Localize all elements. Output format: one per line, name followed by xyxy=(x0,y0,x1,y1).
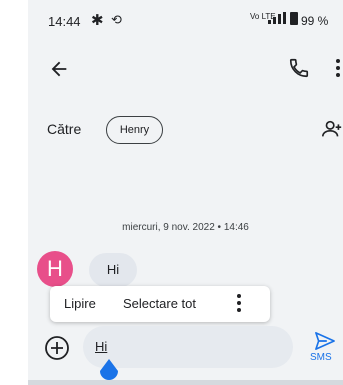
navigation-bar xyxy=(28,380,343,385)
avatar[interactable]: H xyxy=(37,251,73,287)
status-bar: 14:44 ✱ ⟲ Vo LTE 99 % xyxy=(28,0,343,38)
screen-rotate-icon: ⟲ xyxy=(111,12,122,27)
message-text: Hi xyxy=(106,262,120,277)
gear-icon: ✱ xyxy=(91,12,104,29)
status-time: 14:44 xyxy=(48,14,81,29)
more-vert-icon[interactable] xyxy=(333,56,343,80)
send-icon xyxy=(315,332,335,350)
add-circle-icon[interactable] xyxy=(44,335,70,361)
send-button[interactable]: SMS xyxy=(310,331,343,367)
back-arrow-icon[interactable] xyxy=(48,58,70,80)
message-bubble[interactable]: Hi xyxy=(89,253,137,287)
send-label: SMS xyxy=(310,352,332,363)
message-input-text[interactable]: Hi xyxy=(95,339,107,354)
paste-menu-item[interactable]: Lipire xyxy=(64,296,96,311)
recipient-name: Henry xyxy=(119,124,150,136)
text-selection-menu: Lipire Selectare tot xyxy=(50,286,270,322)
text-cursor-handle[interactable] xyxy=(100,359,118,381)
signal-icon xyxy=(268,12,286,24)
select-all-menu-item[interactable]: Selectare tot xyxy=(123,296,196,311)
phone-icon[interactable] xyxy=(288,57,310,79)
more-vert-icon[interactable] xyxy=(236,292,242,314)
date-divider: miercuri, 9 nov. 2022 • 14:46 xyxy=(122,222,249,233)
battery-percent: 99 % xyxy=(301,14,329,28)
to-label: Către xyxy=(47,121,82,137)
recipient-chip[interactable]: Henry xyxy=(106,116,163,144)
messaging-screen: 14:44 ✱ ⟲ Vo LTE 99 % Către Henry miercu… xyxy=(28,0,343,385)
add-person-icon[interactable] xyxy=(321,118,343,140)
battery-icon xyxy=(290,12,298,25)
